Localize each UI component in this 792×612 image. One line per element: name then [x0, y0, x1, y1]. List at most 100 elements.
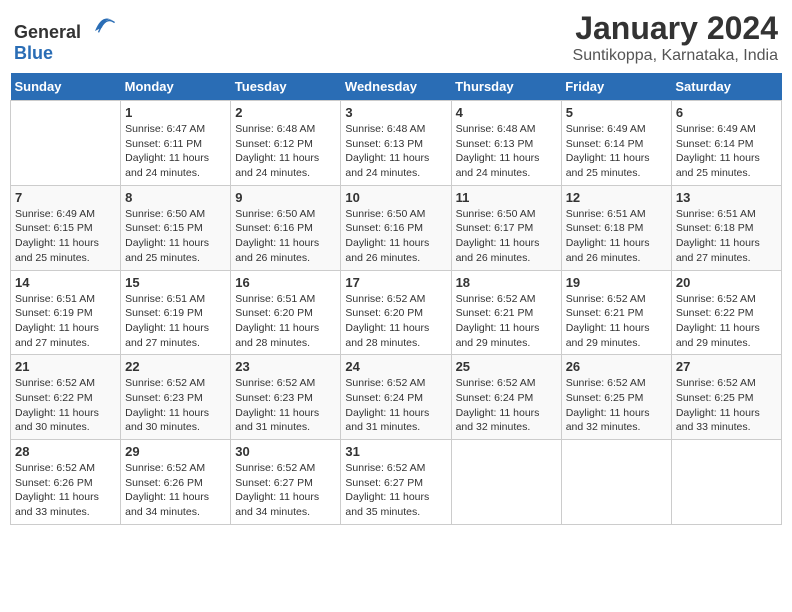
calendar-cell: 10 Sunrise: 6:50 AM Sunset: 6:16 PM Dayli…: [341, 185, 451, 270]
calendar-cell: 25 Sunrise: 6:52 AM Sunset: 6:24 PM Dayli…: [451, 355, 561, 440]
day-number: 1: [125, 105, 226, 120]
day-number: 15: [125, 275, 226, 290]
calendar-header-saturday: Saturday: [671, 73, 781, 101]
calendar-table: SundayMondayTuesdayWednesdayThursdayFrid…: [10, 73, 782, 525]
calendar-cell: 4 Sunrise: 6:48 AM Sunset: 6:13 PM Daylig…: [451, 101, 561, 186]
day-number: 22: [125, 359, 226, 374]
day-number: 30: [235, 444, 336, 459]
calendar-cell: 15 Sunrise: 6:51 AM Sunset: 6:19 PM Dayli…: [121, 270, 231, 355]
calendar-cell: 1 Sunrise: 6:47 AM Sunset: 6:11 PM Daylig…: [121, 101, 231, 186]
cell-info: Sunrise: 6:52 AM Sunset: 6:20 PM Dayligh…: [345, 292, 446, 351]
calendar-cell: 18Sunrise: 6:52 AM Sunset: 6:21 PM Dayli…: [451, 270, 561, 355]
calendar-cell: 26 Sunrise: 6:52 AM Sunset: 6:25 PM Dayli…: [561, 355, 671, 440]
cell-info: Sunrise: 6:52 AM Sunset: 6:27 PM Dayligh…: [235, 461, 336, 520]
cell-info: Sunrise: 6:48 AM Sunset: 6:13 PM Dayligh…: [456, 122, 557, 181]
calendar-cell: 17Sunrise: 6:52 AM Sunset: 6:20 PM Dayli…: [341, 270, 451, 355]
day-number: 10: [345, 190, 446, 205]
calendar-header-monday: Monday: [121, 73, 231, 101]
cell-info: Sunrise: 6:49 AM Sunset: 6:14 PM Dayligh…: [566, 122, 667, 181]
day-number: 21: [15, 359, 116, 374]
cell-info: Sunrise: 6:51 AM Sunset: 6:19 PM Dayligh…: [15, 292, 116, 351]
cell-info: Sunrise: 6:49 AM Sunset: 6:15 PM Dayligh…: [15, 207, 116, 266]
cell-info: Sunrise: 6:52 AM Sunset: 6:25 PM Dayligh…: [676, 376, 777, 435]
cell-info: Sunrise: 6:47 AM Sunset: 6:11 PM Dayligh…: [125, 122, 226, 181]
day-number: 13: [676, 190, 777, 205]
calendar-header-friday: Friday: [561, 73, 671, 101]
calendar-cell: 19 Sunrise: 6:52 AM Sunset: 6:21 PM Dayli…: [561, 270, 671, 355]
calendar-cell: [671, 440, 781, 525]
logo-blue: Blue: [14, 43, 53, 63]
day-number: 8: [125, 190, 226, 205]
calendar-cell: 24Sunrise: 6:52 AM Sunset: 6:24 PM Dayli…: [341, 355, 451, 440]
cell-info: Sunrise: 6:49 AM Sunset: 6:14 PM Dayligh…: [676, 122, 777, 181]
calendar-body: 1 Sunrise: 6:47 AM Sunset: 6:11 PM Daylig…: [11, 101, 782, 525]
calendar-cell: 20 Sunrise: 6:52 AM Sunset: 6:22 PM Dayli…: [671, 270, 781, 355]
calendar-header-wednesday: Wednesday: [341, 73, 451, 101]
calendar-cell: [561, 440, 671, 525]
calendar-cell: 31 Sunrise: 6:52 AM Sunset: 6:27 PM Dayli…: [341, 440, 451, 525]
day-number: 25: [456, 359, 557, 374]
day-number: 27: [676, 359, 777, 374]
day-number: 6: [676, 105, 777, 120]
calendar-cell: 29Sunrise: 6:52 AM Sunset: 6:26 PM Dayli…: [121, 440, 231, 525]
cell-info: Sunrise: 6:52 AM Sunset: 6:27 PM Dayligh…: [345, 461, 446, 520]
day-number: 3: [345, 105, 446, 120]
cell-info: Sunrise: 6:52 AM Sunset: 6:23 PM Dayligh…: [235, 376, 336, 435]
calendar-week-2: 7 Sunrise: 6:49 AM Sunset: 6:15 PM Daylig…: [11, 185, 782, 270]
day-number: 11: [456, 190, 557, 205]
calendar-week-4: 21 Sunrise: 6:52 AM Sunset: 6:22 PM Dayli…: [11, 355, 782, 440]
cell-info: Sunrise: 6:52 AM Sunset: 6:22 PM Dayligh…: [676, 292, 777, 351]
day-number: 16: [235, 275, 336, 290]
calendar-cell: 27 Sunrise: 6:52 AM Sunset: 6:25 PM Dayli…: [671, 355, 781, 440]
day-number: 20: [676, 275, 777, 290]
cell-info: Sunrise: 6:51 AM Sunset: 6:19 PM Dayligh…: [125, 292, 226, 351]
day-number: 26: [566, 359, 667, 374]
page-title: January 2024: [573, 10, 778, 47]
day-number: 7: [15, 190, 116, 205]
calendar-cell: 7 Sunrise: 6:49 AM Sunset: 6:15 PM Daylig…: [11, 185, 121, 270]
cell-info: Sunrise: 6:48 AM Sunset: 6:13 PM Dayligh…: [345, 122, 446, 181]
cell-info: Sunrise: 6:51 AM Sunset: 6:18 PM Dayligh…: [566, 207, 667, 266]
calendar-header-thursday: Thursday: [451, 73, 561, 101]
calendar-cell: 12Sunrise: 6:51 AM Sunset: 6:18 PM Dayli…: [561, 185, 671, 270]
cell-info: Sunrise: 6:52 AM Sunset: 6:26 PM Dayligh…: [15, 461, 116, 520]
page-header: General Blue January 2024 Suntikoppa, Ka…: [10, 10, 782, 65]
cell-info: Sunrise: 6:52 AM Sunset: 6:21 PM Dayligh…: [566, 292, 667, 351]
page-subtitle: Suntikoppa, Karnataka, India: [573, 47, 778, 65]
day-number: 23: [235, 359, 336, 374]
calendar-cell: 5 Sunrise: 6:49 AM Sunset: 6:14 PM Daylig…: [561, 101, 671, 186]
cell-info: Sunrise: 6:52 AM Sunset: 6:23 PM Dayligh…: [125, 376, 226, 435]
calendar-week-1: 1 Sunrise: 6:47 AM Sunset: 6:11 PM Daylig…: [11, 101, 782, 186]
calendar-cell: 23 Sunrise: 6:52 AM Sunset: 6:23 PM Dayli…: [231, 355, 341, 440]
cell-info: Sunrise: 6:51 AM Sunset: 6:18 PM Dayligh…: [676, 207, 777, 266]
cell-info: Sunrise: 6:48 AM Sunset: 6:12 PM Dayligh…: [235, 122, 336, 181]
cell-info: Sunrise: 6:50 AM Sunset: 6:17 PM Dayligh…: [456, 207, 557, 266]
calendar-cell: 6 Sunrise: 6:49 AM Sunset: 6:14 PM Daylig…: [671, 101, 781, 186]
title-block: January 2024 Suntikoppa, Karnataka, Indi…: [573, 10, 778, 65]
calendar-week-3: 14Sunrise: 6:51 AM Sunset: 6:19 PM Dayli…: [11, 270, 782, 355]
cell-info: Sunrise: 6:50 AM Sunset: 6:16 PM Dayligh…: [235, 207, 336, 266]
calendar-cell: 8Sunrise: 6:50 AM Sunset: 6:15 PM Daylig…: [121, 185, 231, 270]
cell-info: Sunrise: 6:52 AM Sunset: 6:24 PM Dayligh…: [345, 376, 446, 435]
calendar-cell: 3 Sunrise: 6:48 AM Sunset: 6:13 PM Daylig…: [341, 101, 451, 186]
cell-info: Sunrise: 6:52 AM Sunset: 6:24 PM Dayligh…: [456, 376, 557, 435]
cell-info: Sunrise: 6:52 AM Sunset: 6:22 PM Dayligh…: [15, 376, 116, 435]
calendar-header-tuesday: Tuesday: [231, 73, 341, 101]
calendar-cell: 13 Sunrise: 6:51 AM Sunset: 6:18 PM Dayli…: [671, 185, 781, 270]
day-number: 2: [235, 105, 336, 120]
cell-info: Sunrise: 6:50 AM Sunset: 6:16 PM Dayligh…: [345, 207, 446, 266]
day-number: 31: [345, 444, 446, 459]
cell-info: Sunrise: 6:52 AM Sunset: 6:25 PM Dayligh…: [566, 376, 667, 435]
calendar-cell: 14Sunrise: 6:51 AM Sunset: 6:19 PM Dayli…: [11, 270, 121, 355]
day-number: 5: [566, 105, 667, 120]
logo: General Blue: [14, 10, 116, 64]
calendar-header-sunday: Sunday: [11, 73, 121, 101]
day-number: 28: [15, 444, 116, 459]
day-number: 19: [566, 275, 667, 290]
day-number: 18: [456, 275, 557, 290]
day-number: 9: [235, 190, 336, 205]
day-number: 4: [456, 105, 557, 120]
calendar-header-row: SundayMondayTuesdayWednesdayThursdayFrid…: [11, 73, 782, 101]
calendar-cell: 9 Sunrise: 6:50 AM Sunset: 6:16 PM Daylig…: [231, 185, 341, 270]
calendar-cell: 11 Sunrise: 6:50 AM Sunset: 6:17 PM Dayli…: [451, 185, 561, 270]
